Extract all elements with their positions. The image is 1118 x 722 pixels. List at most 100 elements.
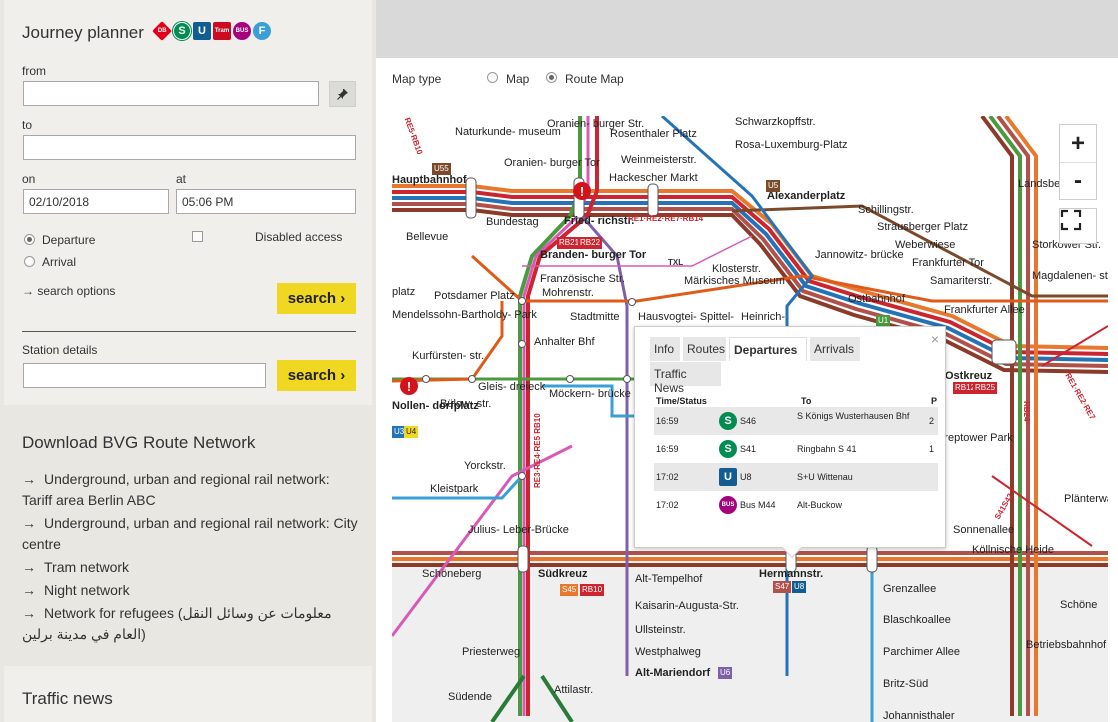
station-label[interactable]: Rosenthaler Platz bbox=[610, 128, 697, 140]
traffic-news-title[interactable]: Traffic news bbox=[22, 689, 113, 709]
station-label[interactable]: Parchimer Allee bbox=[883, 646, 960, 658]
station-label[interactable]: Hackescher Markt bbox=[609, 172, 698, 184]
station-label[interactable]: Mendelssohn-Bartholdy- Park bbox=[392, 309, 537, 321]
station-label[interactable]: Märkisches Museum bbox=[684, 275, 785, 287]
disabled-access-checkbox[interactable] bbox=[192, 231, 203, 242]
station-label[interactable]: Südende bbox=[448, 691, 492, 703]
station-label[interactable]: Attilastr. bbox=[554, 684, 593, 696]
station-label[interactable]: Naturkunde- museum bbox=[455, 126, 561, 138]
station-label[interactable]: Nollen- dorfplatz bbox=[392, 400, 479, 412]
station-label[interactable]: Priesterweg bbox=[462, 646, 520, 658]
pin-icon bbox=[336, 89, 348, 100]
table-row[interactable]: 17:02 U U8 S+U Wittenau bbox=[654, 463, 938, 491]
tab-traffic-news[interactable]: Traffic News bbox=[650, 362, 721, 395]
station-label[interactable]: Strausberger Platz bbox=[877, 221, 968, 233]
date-input[interactable]: 02/10/2018 bbox=[23, 189, 169, 214]
station-label[interactable]: Frankfurter Allee bbox=[944, 304, 1025, 316]
download-link-centre[interactable]: → Underground, urban and regional rail ne… bbox=[22, 513, 362, 555]
tab-routes[interactable]: Routes bbox=[683, 337, 726, 361]
station-label[interactable]: Treptower Park bbox=[938, 432, 1013, 444]
journey-search-button[interactable]: search › bbox=[277, 283, 356, 314]
station-label[interactable]: Alt-Mariendorf bbox=[635, 667, 710, 679]
station-label[interactable]: Magdalenen- str. bbox=[1032, 270, 1108, 282]
station-label[interactable]: Hausvogtei- Spittel- bbox=[638, 311, 734, 323]
from-input[interactable] bbox=[23, 81, 319, 106]
table-row[interactable]: 17:02 BUS Bus M44 Alt-Buckow bbox=[654, 491, 938, 519]
station-label[interactable]: Grenzallee bbox=[883, 583, 936, 595]
station-label[interactable]: Schwarzkopffstr. bbox=[735, 116, 816, 128]
station-label[interactable]: Frankfurter Tor bbox=[912, 257, 984, 269]
station-label[interactable]: Rosa-Luxemburg-Platz bbox=[735, 139, 848, 151]
station-label[interactable]: Schöne bbox=[1060, 599, 1097, 611]
popup-close-button[interactable]: × bbox=[931, 331, 939, 347]
station-label[interactable]: Ostkreuz bbox=[945, 370, 992, 382]
station-label[interactable]: Kurfürsten- str. bbox=[412, 350, 484, 362]
station-label[interactable]: Weberwiese bbox=[895, 239, 955, 251]
station-label[interactable]: Bellevue bbox=[406, 231, 448, 243]
station-label[interactable]: platz bbox=[392, 286, 415, 298]
station-label[interactable]: Bülow- str. bbox=[440, 398, 491, 410]
station-label[interactable]: Ostbahnhof bbox=[848, 293, 905, 305]
station-label[interactable]: Schöneberg bbox=[422, 568, 481, 580]
station-label[interactable]: Julius- Leber-Brücke bbox=[468, 524, 569, 536]
station-label[interactable]: Klosterstr. bbox=[712, 263, 761, 275]
station-label[interactable]: Yorckstr. bbox=[464, 460, 506, 472]
station-label[interactable]: Schillingstr. bbox=[858, 204, 914, 216]
station-label[interactable]: Sonnenallee bbox=[953, 524, 1014, 536]
arrival-radio[interactable] bbox=[24, 256, 35, 267]
station-label[interactable]: Weinmeisterstr. bbox=[621, 154, 697, 166]
station-label[interactable]: Plänterwald bbox=[1064, 493, 1108, 505]
station-label[interactable]: Britz-Süd bbox=[883, 678, 928, 690]
station-label[interactable]: Stadtmitte bbox=[570, 311, 620, 323]
departure-radio[interactable] bbox=[24, 234, 35, 245]
zoom-out-button[interactable]: - bbox=[1060, 162, 1096, 199]
station-label[interactable]: Samariterstr. bbox=[930, 275, 992, 287]
station-label[interactable]: Köllnische Heide bbox=[972, 544, 1054, 556]
line-tag: U4 bbox=[404, 426, 419, 438]
station-label[interactable]: Oranien- burger Tor bbox=[504, 157, 600, 169]
download-link-night[interactable]: → Night network bbox=[22, 580, 362, 601]
download-link-tram[interactable]: → Tram network bbox=[22, 557, 362, 578]
tab-departures[interactable]: Departures bbox=[729, 337, 807, 361]
station-label[interactable]: Potsdamer Platz bbox=[434, 290, 515, 302]
station-label[interactable]: Französische Str. bbox=[540, 273, 625, 285]
station-label[interactable]: Hermannstr. bbox=[759, 568, 823, 580]
station-label[interactable]: Johannisthaler bbox=[883, 710, 955, 722]
to-label: to bbox=[22, 118, 33, 132]
time-input[interactable]: 05:06 PM bbox=[176, 189, 356, 214]
station-label[interactable]: Kaisarin-Augusta-Str. bbox=[635, 600, 739, 612]
station-label[interactable]: Mohrenstr. bbox=[542, 287, 594, 299]
table-row[interactable]: 16:59 S S46 S Königs Wusterhausen Bhf 2 bbox=[654, 407, 938, 435]
station-label[interactable]: Südkreuz bbox=[538, 568, 588, 580]
station-label[interactable]: Branden- burger Tor bbox=[540, 249, 646, 261]
zoom-in-button[interactable]: + bbox=[1060, 125, 1096, 162]
station-label[interactable]: Bundestag bbox=[486, 216, 539, 228]
download-link-abc[interactable]: → Underground, urban and regional rail ne… bbox=[22, 469, 362, 511]
station-label[interactable]: Gleis- dreieck bbox=[478, 381, 545, 393]
route-map-radio[interactable] bbox=[546, 72, 557, 83]
download-link-refugees[interactable]: → Network for refugees (معلومات عن وسائل … bbox=[22, 603, 362, 645]
station-label[interactable]: Blaschkoallee bbox=[883, 614, 951, 626]
map-radio[interactable] bbox=[487, 72, 498, 83]
tab-info[interactable]: Info bbox=[650, 337, 680, 361]
station-label[interactable]: Hauptbahnhof bbox=[392, 174, 467, 186]
arrival-label: Arrival bbox=[42, 255, 77, 269]
station-label[interactable]: Jannowitz- brücke bbox=[815, 249, 904, 261]
station-label[interactable]: Fried- richstr. bbox=[564, 215, 634, 227]
station-label[interactable]: Westphalweg bbox=[635, 646, 701, 658]
station-label[interactable]: Heinrich- bbox=[741, 311, 785, 323]
station-details-input[interactable] bbox=[23, 363, 266, 388]
station-label[interactable]: Anhalter Bhf bbox=[534, 336, 595, 348]
locate-button[interactable] bbox=[329, 81, 356, 107]
station-label[interactable]: Kleistpark bbox=[430, 483, 478, 495]
table-row[interactable]: 16:59 S S41 Ringbahn S 41 1 bbox=[654, 435, 938, 463]
tab-arrivals[interactable]: Arrivals bbox=[810, 337, 860, 361]
station-search-button[interactable]: search › bbox=[277, 360, 356, 391]
to-input[interactable] bbox=[23, 135, 356, 160]
fullscreen-button[interactable] bbox=[1059, 208, 1097, 244]
station-label[interactable]: Möckern- brücke bbox=[549, 388, 631, 400]
search-options-link[interactable]: → search options bbox=[22, 284, 115, 298]
station-label[interactable]: Ullsteinstr. bbox=[635, 624, 686, 636]
station-label[interactable]: Betriebsbahnhof bbox=[1026, 639, 1106, 651]
station-label[interactable]: Alt-Tempelhof bbox=[635, 573, 702, 585]
